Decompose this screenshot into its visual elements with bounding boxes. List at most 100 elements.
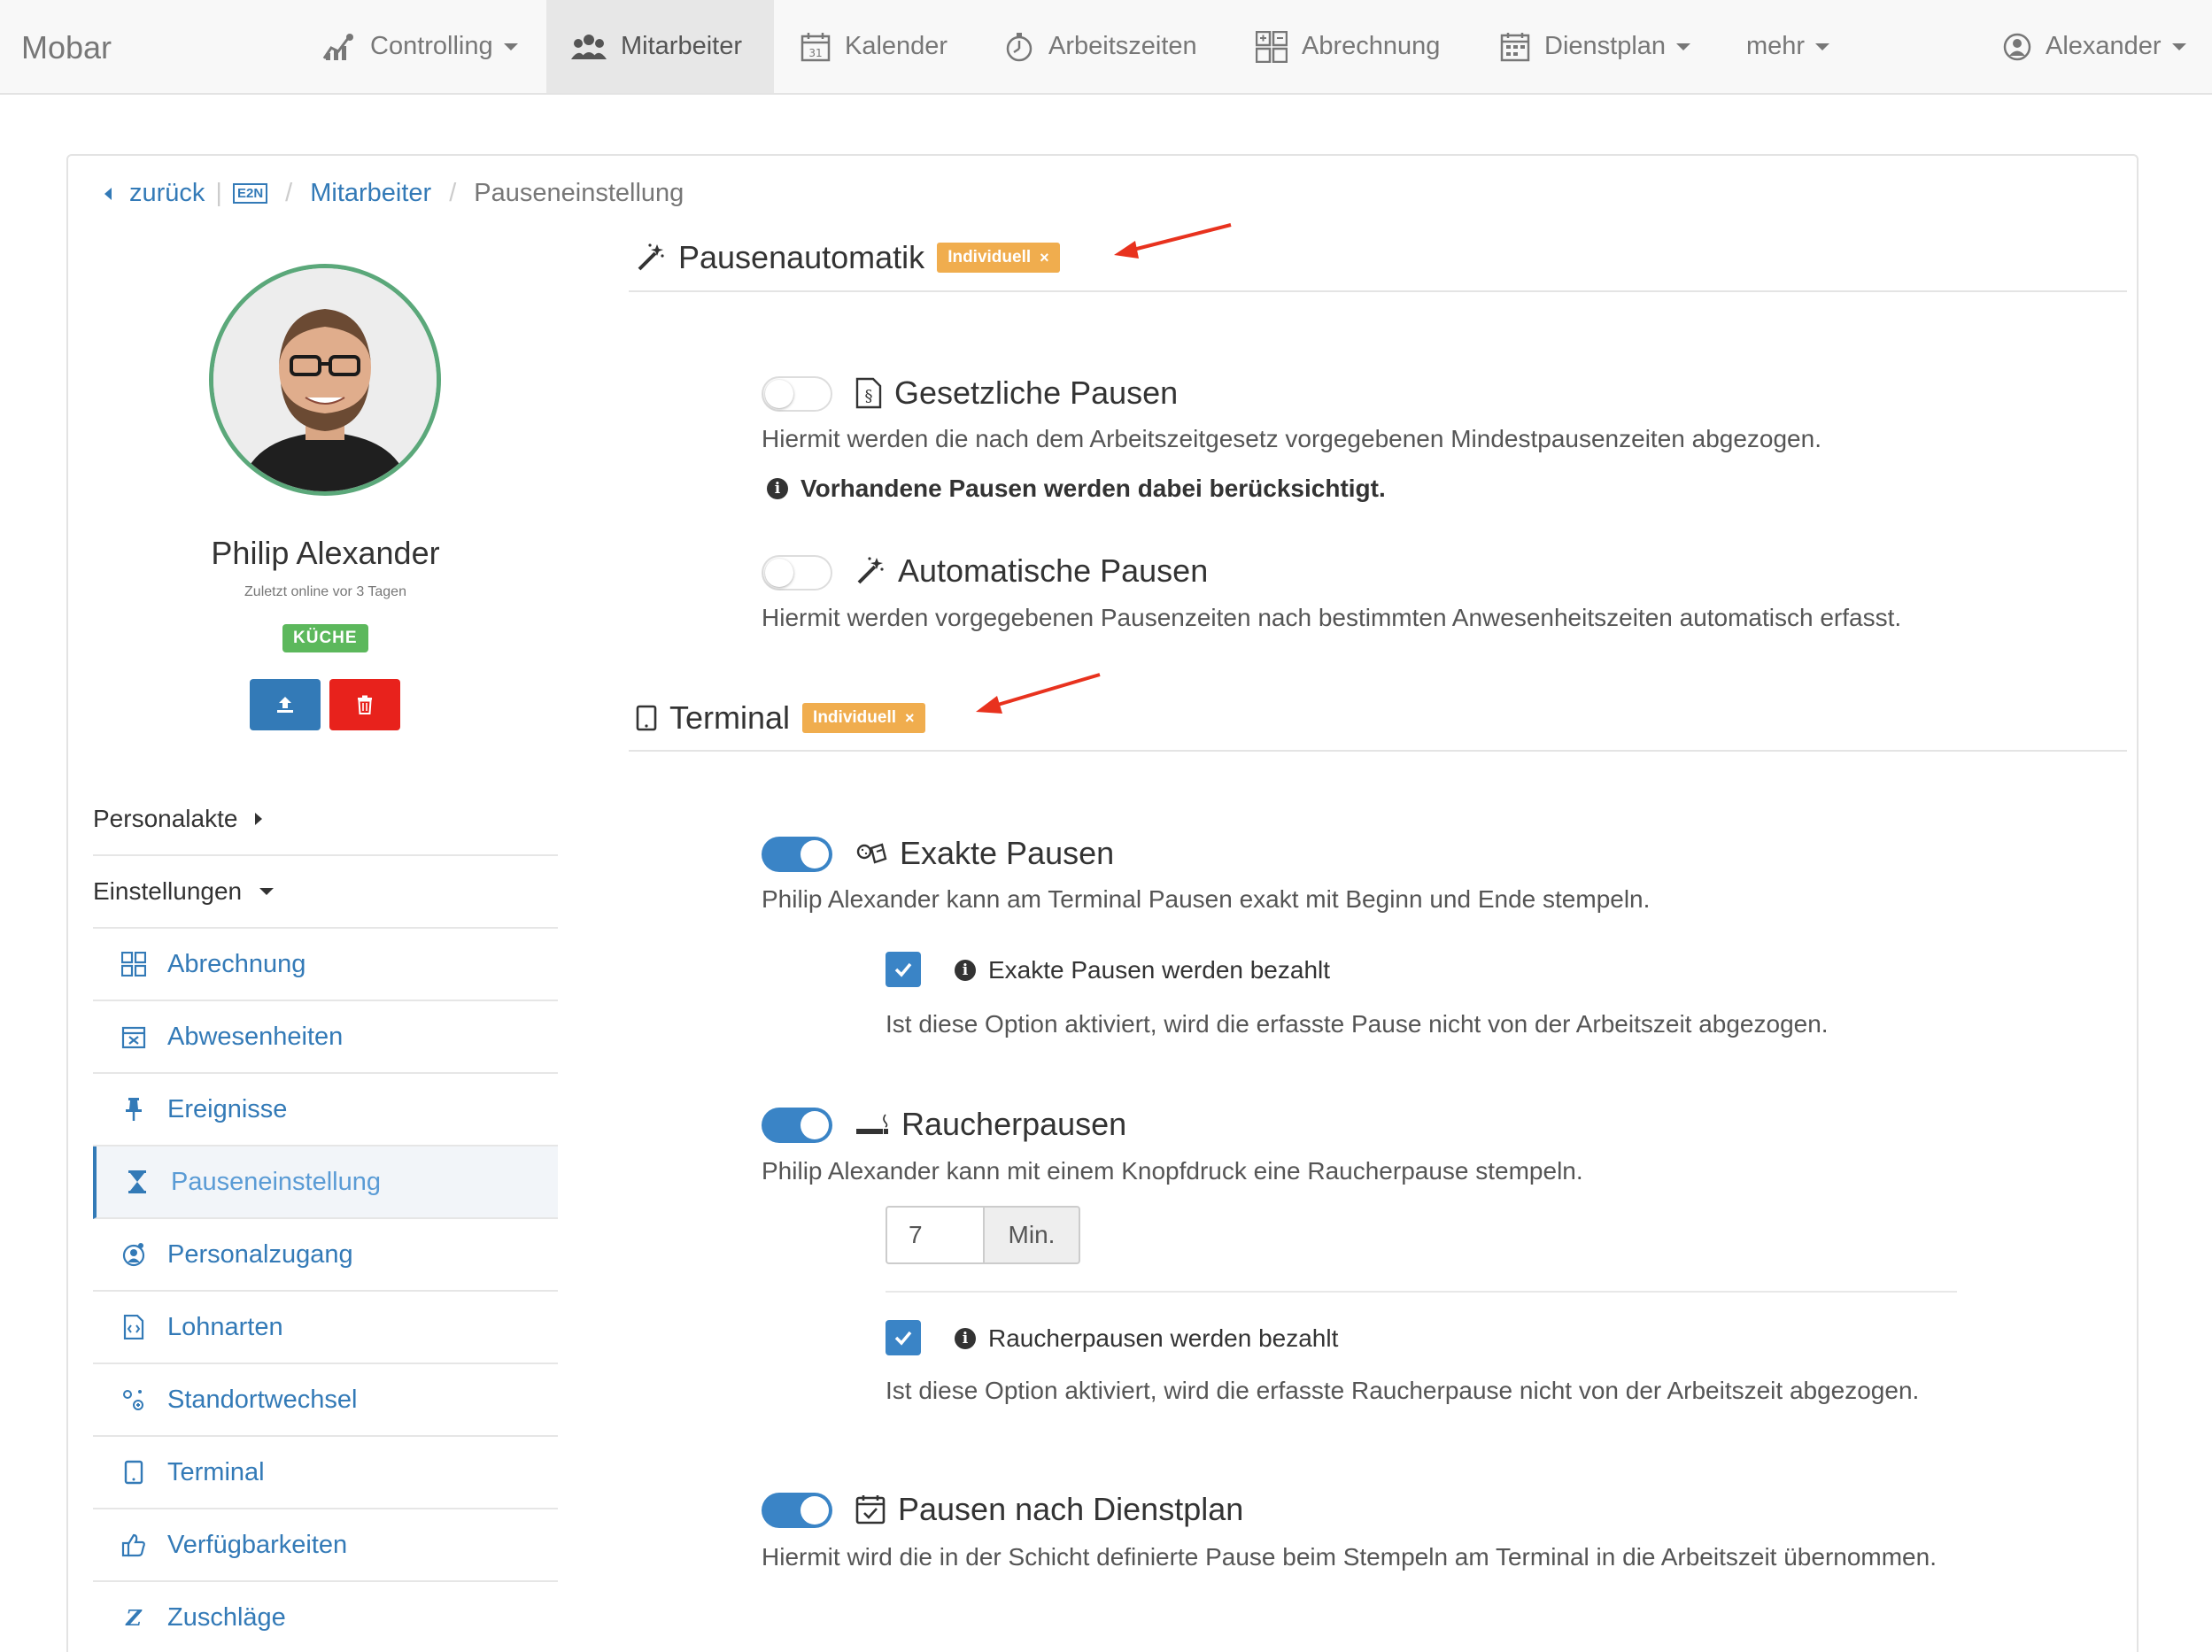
sidebar-item-label: Abrechnung xyxy=(167,949,306,978)
section-title-text: Pausenautomatik xyxy=(678,239,925,275)
top-navbar: Mobar Controlling Mitarbeiter 31 Kalende… xyxy=(0,0,2212,95)
tag-close-icon[interactable]: × xyxy=(1040,249,1049,267)
sidebar-item-personalzugang[interactable]: Personalzugang xyxy=(93,1219,558,1292)
delete-photo-button[interactable] xyxy=(329,679,400,730)
sidebar-item-label: Standortwechsel xyxy=(167,1385,358,1414)
pausen-nach-dienstplan-toggle[interactable] xyxy=(762,1493,832,1528)
calculator-icon xyxy=(118,952,150,977)
checkmark-icon xyxy=(894,962,912,977)
nav-dienstplan-label: Dienstplan xyxy=(1544,32,1667,60)
tag-label: Individuell xyxy=(813,708,896,727)
raucherpausen-bezahlt-checkbox[interactable] xyxy=(886,1320,921,1355)
tablet-icon xyxy=(118,1460,150,1485)
breadcrumb-separator: / xyxy=(449,179,457,207)
raucherpausen-duration-input: 7 Min. xyxy=(886,1206,1080,1264)
minutes-unit-addon: Min. xyxy=(983,1206,1080,1264)
individuell-tag[interactable]: Individuell × xyxy=(802,703,925,733)
sidebar-item-label: Pauseneinstellung xyxy=(171,1167,382,1196)
checkbox-label-text: Raucherpausen werden bezahlt xyxy=(988,1324,1339,1352)
z-icon: Z xyxy=(126,1604,142,1631)
nav-arbeitszeiten-label: Arbeitszeiten xyxy=(1048,32,1197,60)
cigarette-icon xyxy=(856,1114,888,1134)
sidebar-item-lohnarten[interactable]: Lohnarten xyxy=(93,1292,558,1364)
sidebar-item-pauseneinstellung[interactable]: Pauseneinstellung xyxy=(93,1146,558,1219)
caret-left-icon xyxy=(104,187,112,200)
chart-icon xyxy=(322,33,353,60)
nav-kalender-label: Kalender xyxy=(845,32,948,60)
exakte-pausen-bezahlt-label: i Exakte Pausen werden bezahlt xyxy=(955,956,1330,984)
exakte-pausen-bezahlt-checkbox[interactable] xyxy=(886,952,921,987)
nav-mitarbeiter[interactable]: Mitarbeiter xyxy=(546,0,774,93)
sidebar-item-label: Ereignisse xyxy=(167,1094,288,1123)
option-title-text: Gesetzliche Pausen xyxy=(894,374,1179,411)
tablet-icon xyxy=(636,705,657,731)
nav-kalender[interactable]: 31 Kalender xyxy=(776,0,972,93)
employee-name: Philip Alexander xyxy=(211,535,440,571)
section-terminal-title: Terminal Individuell × xyxy=(636,699,925,737)
chevron-down-icon xyxy=(1676,42,1691,50)
tag-label: Individuell xyxy=(947,248,1032,266)
chevron-down-icon xyxy=(503,42,518,50)
gesetzliche-pausen-description: Hiermit werden die nach dem Arbeitszeitg… xyxy=(762,425,1821,452)
individuell-tag[interactable]: Individuell × xyxy=(937,243,1060,273)
sidebar-item-label: Abwesenheiten xyxy=(167,1022,344,1051)
schedule-icon xyxy=(1500,32,1530,61)
minutes-field[interactable]: 7 xyxy=(886,1206,983,1264)
upload-photo-button[interactable] xyxy=(250,679,321,730)
sidebar-item-label: Verfügbarkeiten xyxy=(167,1530,348,1559)
back-link[interactable]: zurück xyxy=(129,179,205,208)
breadcrumb-mitarbeiter[interactable]: Mitarbeiter xyxy=(310,179,431,208)
magic-wand-icon xyxy=(638,243,664,271)
sidebar-einstellungen-label: Einstellungen xyxy=(93,877,243,905)
sidebar-personalakte[interactable]: Personalakte xyxy=(93,784,558,856)
option-title-text: Automatische Pausen xyxy=(898,552,1209,589)
thumbs-up-icon xyxy=(118,1532,150,1557)
nav-controlling[interactable]: Controlling xyxy=(298,0,543,93)
sidebar-item-ereignisse[interactable]: Ereignisse xyxy=(93,1074,558,1146)
caret-down-icon xyxy=(259,888,275,895)
sidebar-item-standortwechsel[interactable]: Standortwechsel xyxy=(93,1364,558,1437)
tag-close-icon[interactable]: × xyxy=(905,709,915,728)
exakte-pausen-description: Philip Alexander kann am Terminal Pausen… xyxy=(762,885,1651,913)
calendar-icon: 31 xyxy=(800,32,831,61)
raucherpausen-bezahlt-label: i Raucherpausen werden bezahlt xyxy=(955,1324,1338,1353)
sidebar-item-verfuegbarkeiten[interactable]: Verfügbarkeiten xyxy=(93,1509,558,1582)
team-icon xyxy=(571,34,607,59)
option-title-text: Exakte Pausen xyxy=(900,835,1115,871)
sidebar-item-zuschlaege[interactable]: Z Zuschläge xyxy=(93,1582,558,1652)
last-online-status: Zuletzt online vor 3 Tagen xyxy=(244,584,406,599)
sidebar-item-label: Terminal xyxy=(167,1457,265,1486)
pausen-nach-dienstplan-description: Hiermit wird die in der Schicht definier… xyxy=(762,1543,1937,1571)
raucherpausen-description: Philip Alexander kann mit einem Knopfdru… xyxy=(762,1157,1583,1185)
option-divider xyxy=(886,1291,1957,1293)
info-text: Vorhandene Pausen werden dabei berücksic… xyxy=(800,475,1386,502)
info-icon: i xyxy=(955,1328,976,1349)
section-divider xyxy=(629,290,2127,292)
sidebar-item-abwesenheiten[interactable]: Abwesenheiten xyxy=(93,1001,558,1074)
department-badge: KÜCHE xyxy=(282,624,368,652)
automatische-pausen-toggle[interactable] xyxy=(762,555,832,591)
brand-logo[interactable]: Mobar xyxy=(21,29,112,66)
avatar[interactable] xyxy=(209,264,441,496)
chevron-down-icon xyxy=(1815,42,1830,50)
sidebar-item-abrechnung[interactable]: Abrechnung xyxy=(93,929,558,1001)
annotation-arrow xyxy=(1114,223,1232,259)
svg-text:31: 31 xyxy=(808,47,822,59)
exakte-pausen-toggle[interactable] xyxy=(762,837,832,872)
nav-mehr[interactable]: mehr xyxy=(1721,0,1854,93)
breadcrumb-separator: / xyxy=(285,179,293,207)
nav-arbeitszeiten[interactable]: Arbeitszeiten xyxy=(979,0,1222,93)
raucherpausen-bezahlt-description: Ist diese Option aktiviert, wird die erf… xyxy=(886,1377,1920,1404)
e2n-badge[interactable]: E2N xyxy=(232,183,268,204)
gesetzliche-pausen-toggle[interactable] xyxy=(762,376,832,412)
nav-dienstplan[interactable]: Dienstplan xyxy=(1475,0,1715,93)
chevron-down-icon xyxy=(2171,42,2186,50)
user-menu[interactable]: Alexander xyxy=(1978,0,2211,93)
calendar-x-icon xyxy=(118,1024,150,1049)
sidebar-einstellungen[interactable]: Einstellungen xyxy=(93,856,558,929)
breadcrumb-divider: | xyxy=(215,179,222,207)
sidebar-item-terminal[interactable]: Terminal xyxy=(93,1437,558,1509)
annotation-arrow xyxy=(976,673,1101,714)
raucherpausen-toggle[interactable] xyxy=(762,1108,832,1143)
nav-abrechnung[interactable]: Abrechnung xyxy=(1231,0,1465,93)
